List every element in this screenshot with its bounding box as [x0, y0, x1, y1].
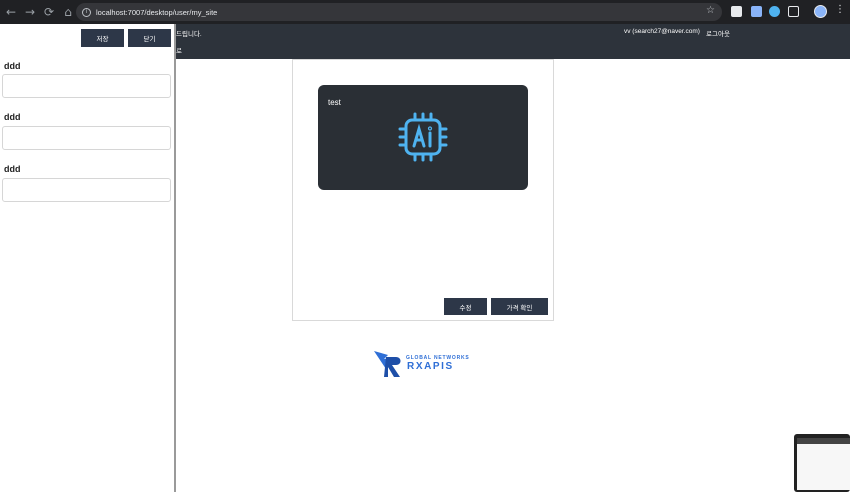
extension-icon[interactable] [769, 6, 780, 17]
thumbnail-content [797, 438, 850, 490]
thumbnail-header [797, 438, 850, 444]
edit-side-panel: 저장 닫기 ddd ddd ddd [0, 24, 176, 492]
welcome-text: 드립니다. [176, 31, 202, 38]
address-bar[interactable]: i localhost:7007/desktop/user/my_site ☆ [76, 3, 722, 21]
edit-button[interactable]: 수정 [444, 298, 487, 315]
home-icon[interactable]: ⌂ [60, 4, 76, 20]
save-button[interactable]: 저장 [81, 29, 124, 47]
card-title: test [328, 98, 341, 107]
text-field[interactable] [2, 126, 171, 150]
logout-link[interactable]: 로그아웃 [706, 28, 730, 38]
browser-toolbar: ← → ⟳ ⌂ i localhost:7007/desktop/user/my… [0, 0, 850, 24]
site-header: 드립니다. 로 vv (search27@naver.com) 로그아웃 [176, 24, 850, 59]
header-subtext[interactable]: 로 [176, 45, 182, 55]
product-card[interactable]: test [318, 85, 528, 190]
field-label: ddd [4, 164, 21, 174]
check-price-button[interactable]: 가격 확인 [491, 298, 548, 315]
user-info: vv (search27@naver.com) [624, 28, 700, 35]
bookmark-star-icon[interactable]: ☆ [706, 5, 715, 16]
field-label: ddd [4, 112, 21, 122]
bird-logo-icon [374, 351, 401, 377]
extension-icon[interactable] [731, 6, 742, 17]
text-field[interactable] [2, 74, 171, 98]
rxapis-logo: GLOBAL NETWORKS RXAPIS [372, 347, 472, 379]
field-label: ddd [4, 61, 21, 71]
extensions-puzzle-icon[interactable] [788, 6, 799, 17]
url-text[interactable]: localhost:7007/desktop/user/my_site [96, 8, 217, 17]
close-button[interactable]: 닫기 [128, 29, 171, 47]
reload-icon[interactable]: ⟳ [41, 4, 57, 20]
forward-icon[interactable]: → [22, 4, 38, 20]
browser-menu-icon[interactable]: ⋮ [835, 4, 845, 15]
window-preview-thumbnail[interactable] [794, 434, 850, 492]
site-info-icon[interactable]: i [82, 7, 91, 17]
logo-name: RXAPIS [407, 361, 454, 372]
profile-avatar[interactable] [814, 5, 827, 18]
ai-chip-icon [398, 112, 448, 162]
text-field[interactable] [2, 178, 171, 202]
extension-icon[interactable] [751, 6, 762, 17]
back-icon[interactable]: ← [3, 4, 19, 20]
